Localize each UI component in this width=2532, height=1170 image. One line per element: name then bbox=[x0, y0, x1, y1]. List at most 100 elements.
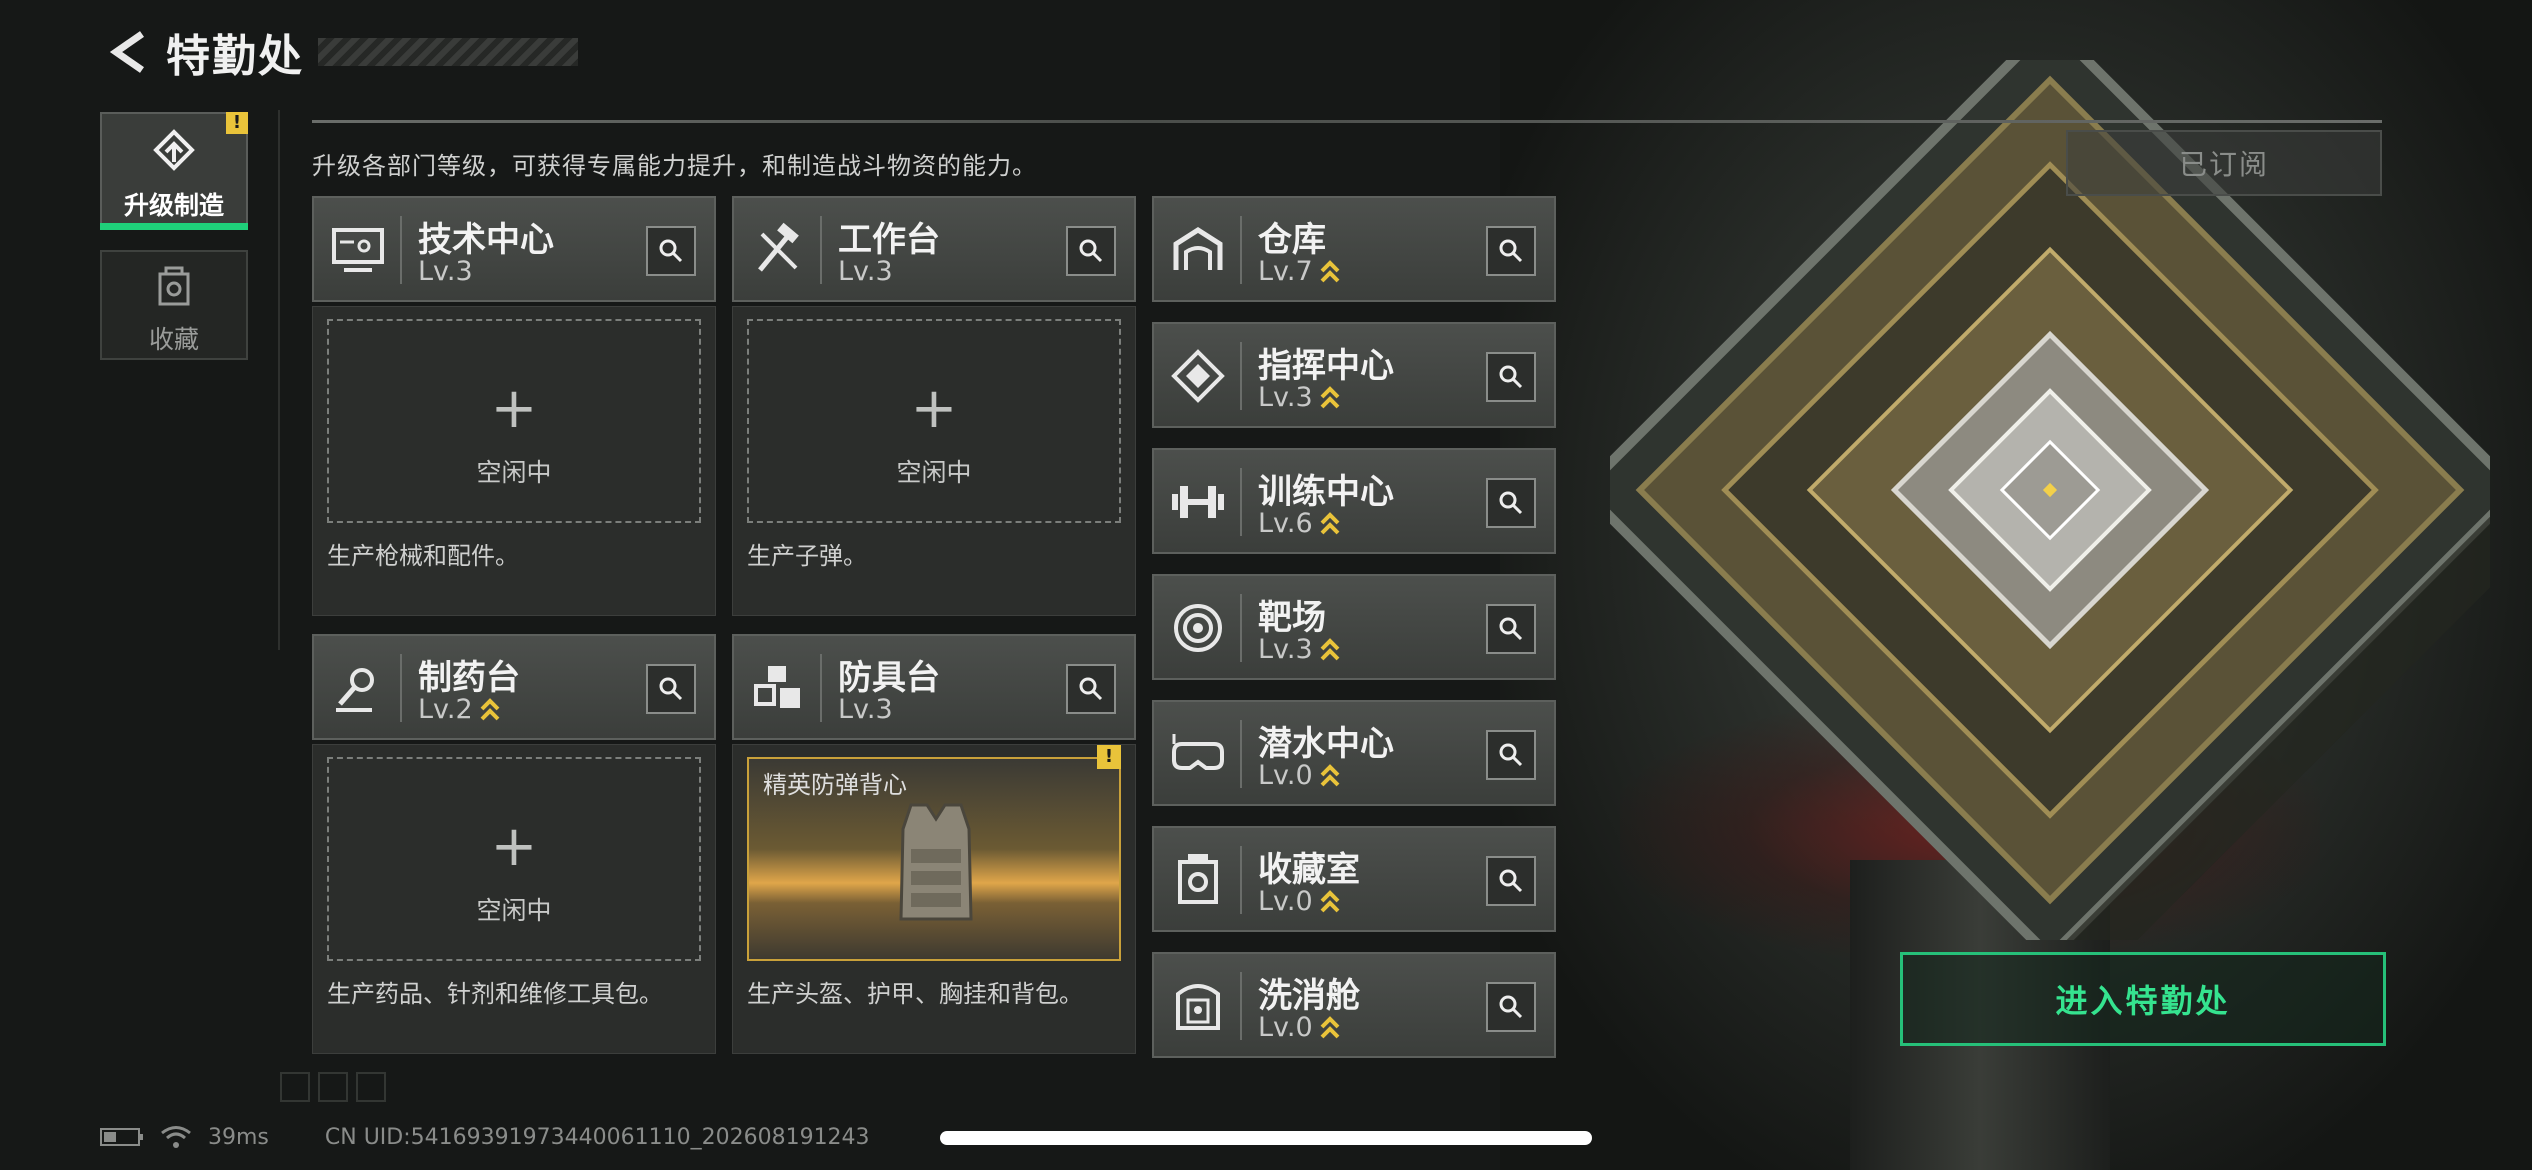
shooting-range-icon bbox=[1174, 604, 1222, 652]
card-divider bbox=[1240, 468, 1242, 536]
facility-level: Lv.2 bbox=[418, 694, 501, 725]
facility-card-training-center[interactable]: 训练中心 Lv.6 bbox=[1152, 448, 1556, 554]
enter-special-ops-button[interactable]: 进入特勤处 bbox=[1900, 952, 2386, 1046]
facility-card-collection-room[interactable]: 收藏室 Lv.0 bbox=[1152, 826, 1556, 932]
facility-name: 收藏室 bbox=[1258, 850, 1360, 890]
search-icon bbox=[1079, 677, 1103, 701]
card-divider bbox=[1240, 720, 1242, 788]
inspect-button[interactable] bbox=[1486, 352, 1536, 402]
level-text: Lv.0 bbox=[1258, 1012, 1313, 1043]
level-text: Lv.3 bbox=[838, 256, 893, 287]
item-name: 精英防弹背心 bbox=[763, 771, 907, 799]
production-slot-idle[interactable]: + 空闲中 bbox=[327, 757, 701, 961]
chevron-left-icon bbox=[109, 31, 144, 73]
inspect-button[interactable] bbox=[1486, 478, 1536, 528]
card-divider bbox=[400, 216, 402, 284]
level-text: Lv.0 bbox=[1258, 760, 1313, 791]
upgrade-available-icon bbox=[1320, 637, 1340, 660]
level-text: Lv.3 bbox=[1258, 382, 1313, 413]
production-panel-pharmacy: + 空闲中 生产药品、针剂和维修工具包。 bbox=[312, 744, 716, 1054]
facility-level: Lv.0 bbox=[1258, 760, 1341, 791]
workshop-card-pharmacy[interactable]: 制药台 Lv.2 bbox=[312, 634, 716, 740]
subscribed-button[interactable]: 已订阅 bbox=[2066, 130, 2382, 196]
inspect-button[interactable] bbox=[646, 226, 696, 276]
training-center-icon bbox=[1172, 486, 1224, 518]
search-icon bbox=[1499, 995, 1523, 1019]
ping-value: 39ms bbox=[208, 1124, 269, 1150]
back-button[interactable] bbox=[100, 24, 156, 80]
workshop-card-armor-bench[interactable]: 防具台 Lv.3 bbox=[732, 634, 1136, 740]
upgrade-available-icon bbox=[1320, 889, 1340, 912]
facility-name: 工作台 bbox=[838, 220, 940, 260]
production-panel-armor-bench: 精英防弹背心 ! 生产头盔、护甲、胸挂和背包。 bbox=[732, 744, 1136, 1054]
inspect-button[interactable] bbox=[1486, 604, 1536, 654]
inspect-button[interactable] bbox=[1066, 664, 1116, 714]
decontamination-icon bbox=[1176, 984, 1220, 1030]
inspect-button[interactable] bbox=[1486, 730, 1536, 780]
facility-name: 技术中心 bbox=[418, 220, 554, 260]
nav-label-collection: 收藏 bbox=[148, 325, 199, 354]
collection-room-icon bbox=[1178, 854, 1218, 904]
inspect-button[interactable] bbox=[1066, 226, 1116, 276]
search-icon bbox=[659, 239, 683, 263]
facility-card-diving-center[interactable]: 潜水中心 Lv.0 bbox=[1152, 700, 1556, 806]
production-slot-idle[interactable]: + 空闲中 bbox=[327, 319, 701, 523]
battery-icon bbox=[100, 1128, 143, 1146]
top-divider bbox=[312, 120, 2382, 123]
workshop-card-tech-center[interactable]: 技术中心 Lv.3 bbox=[312, 196, 716, 302]
nav-item-upgrade[interactable]: 升级制造 ! bbox=[100, 112, 248, 230]
bottom-decoration bbox=[280, 1072, 386, 1102]
pharmacy-icon bbox=[336, 668, 374, 712]
page-description: 升级各部门等级，可获得专属能力提升，和制造战斗物资的能力。 bbox=[312, 152, 1037, 180]
upgrade-available-icon bbox=[1320, 1015, 1340, 1038]
workbench-icon bbox=[758, 222, 799, 272]
facility-name: 仓库 bbox=[1258, 220, 1326, 260]
inspect-button[interactable] bbox=[1486, 856, 1536, 906]
page-title: 特勤处 bbox=[166, 31, 304, 82]
upgrade-available-icon bbox=[1320, 385, 1340, 408]
card-divider bbox=[1240, 216, 1242, 284]
slot-status: 空闲中 bbox=[896, 458, 972, 487]
card-divider bbox=[820, 654, 822, 722]
command-center-icon bbox=[1171, 349, 1225, 403]
facility-name: 训练中心 bbox=[1258, 472, 1394, 512]
facility-level: Lv.3 bbox=[838, 256, 893, 287]
home-indicator[interactable] bbox=[940, 1131, 1592, 1145]
level-text: Lv.3 bbox=[838, 694, 893, 725]
production-description: 生产子弹。 bbox=[747, 542, 867, 570]
inspect-button[interactable] bbox=[646, 664, 696, 714]
production-panel-tech-center: + 空闲中 生产枪械和配件。 bbox=[312, 306, 716, 616]
inspect-button[interactable] bbox=[1486, 226, 1536, 276]
facility-level: Lv.3 bbox=[838, 694, 893, 725]
facility-card-warehouse[interactable]: 仓库 Lv.7 bbox=[1152, 196, 1556, 302]
facility-card-shooting-range[interactable]: 靶场 Lv.3 bbox=[1152, 574, 1556, 680]
page-header: 特勤处 bbox=[100, 20, 578, 84]
search-icon bbox=[1499, 743, 1523, 767]
nav-separator bbox=[278, 110, 280, 650]
nav-item-collection[interactable]: 收藏 bbox=[100, 250, 248, 360]
facility-card-decontamination[interactable]: 洗消舱 Lv.0 bbox=[1152, 952, 1556, 1058]
diving-center-icon bbox=[1172, 734, 1224, 770]
collection-icon bbox=[158, 266, 190, 306]
inspect-button[interactable] bbox=[1486, 982, 1536, 1032]
facility-level: Lv.3 bbox=[1258, 634, 1341, 665]
upgrade-available-icon bbox=[480, 697, 500, 720]
facility-card-command-center[interactable]: 指挥中心 Lv.3 bbox=[1152, 322, 1556, 428]
workshop-card-workbench[interactable]: 工作台 Lv.3 bbox=[732, 196, 1136, 302]
facility-level: Lv.0 bbox=[1258, 1012, 1341, 1043]
card-divider bbox=[400, 654, 402, 722]
warehouse-icon bbox=[1173, 227, 1223, 270]
facility-level: Lv.3 bbox=[1258, 382, 1341, 413]
production-slot-idle[interactable]: + 空闲中 bbox=[747, 319, 1121, 523]
status-bar: 39ms CN UID:54169391973440061110_2026081… bbox=[100, 1120, 870, 1154]
level-text: Lv.3 bbox=[418, 256, 473, 287]
upgrade-available-icon bbox=[1320, 511, 1340, 534]
facility-level: Lv.3 bbox=[418, 256, 473, 287]
facility-name: 指挥中心 bbox=[1258, 346, 1394, 386]
search-icon bbox=[659, 677, 683, 701]
production-slot-item[interactable]: 精英防弹背心 ! bbox=[747, 745, 1121, 961]
add-icon: + bbox=[490, 814, 538, 879]
facility-level: Lv.0 bbox=[1258, 886, 1341, 917]
armor-bench-icon bbox=[754, 666, 800, 708]
production-description: 生产头盔、护甲、胸挂和背包。 bbox=[747, 980, 1083, 1008]
